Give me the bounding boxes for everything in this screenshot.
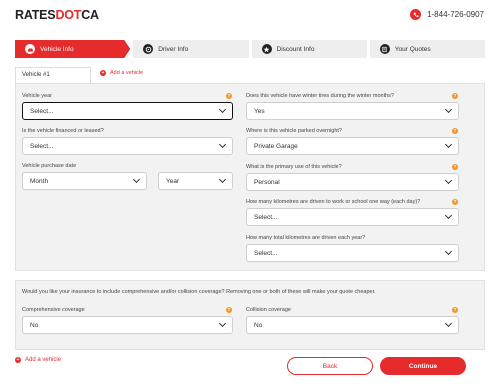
phone-number: 1-844-726-0907 (427, 10, 484, 19)
step-your-quotes[interactable]: Your Quotes (369, 40, 485, 58)
continue-button[interactable]: Continue (380, 357, 466, 375)
chevron-down-icon (218, 140, 227, 149)
logo[interactable]: RATESDOTCA (15, 8, 99, 22)
collision-select[interactable]: No (246, 316, 459, 334)
step-label: Your Quotes (394, 45, 431, 53)
progress-steps: Vehicle Info Driver Info Discount Info Y… (15, 40, 485, 58)
quotes-icon (379, 44, 390, 54)
select-value: Select... (30, 107, 54, 115)
collision-label: Collision coverage (246, 307, 291, 313)
chevron-down-icon (218, 105, 227, 114)
select-value: No (254, 321, 263, 329)
add-vehicle-label: Add a vehicle (110, 70, 144, 76)
km-total-label: How many total kilometres are driven eac… (246, 235, 366, 241)
step-label: Discount Info (276, 45, 315, 53)
vehicle-year-select[interactable]: Select... (22, 102, 233, 120)
purchase-date-label: Vehicle purchase date (22, 163, 77, 169)
help-icon[interactable]: ? (452, 199, 458, 205)
star-icon (261, 44, 272, 54)
parked-select[interactable]: Private Garage (246, 137, 459, 155)
step-label: Vehicle Info (40, 45, 74, 53)
chevron-down-icon (444, 211, 453, 220)
driver-icon (143, 44, 154, 54)
coverage-info-text: Would you like your insurance to include… (22, 289, 376, 295)
primary-use-label: What is the primary use of this vehicle? (246, 164, 342, 170)
comprehensive-select[interactable]: No (22, 316, 233, 334)
chevron-down-icon (444, 140, 453, 149)
plus-icon: + (100, 70, 106, 76)
help-icon[interactable]: ? (226, 93, 232, 99)
step-label: Driver Info (158, 45, 189, 53)
comprehensive-label: Comprehensive coverage (22, 307, 85, 313)
phone-contact[interactable]: 1-844-726-0907 (410, 9, 484, 20)
add-vehicle-link-bottom[interactable]: + Add a vehicle (15, 357, 61, 363)
chevron-down-icon (444, 319, 453, 328)
chevron-down-icon (444, 105, 453, 114)
chevron-down-icon (132, 175, 141, 184)
chevron-down-icon (218, 175, 227, 184)
chevron-down-icon (444, 176, 453, 185)
add-vehicle-label: Add a vehicle (25, 357, 62, 363)
financed-label: Is the vehicle financed or leased? (22, 128, 104, 134)
purchase-year-select[interactable]: Year (158, 172, 233, 190)
chevron-down-icon (444, 247, 453, 256)
add-vehicle-link-top[interactable]: + Add a vehicle (100, 70, 143, 76)
help-icon[interactable]: ? (452, 93, 458, 99)
primary-use-select[interactable]: Personal (246, 173, 459, 191)
chevron-down-icon (218, 319, 227, 328)
help-icon[interactable]: ? (452, 307, 458, 313)
parked-label: Where is this vehicle parked overnight? (246, 128, 342, 134)
help-icon[interactable]: ? (226, 307, 232, 313)
winter-tires-select[interactable]: Yes (246, 102, 459, 120)
select-value: Select... (254, 249, 278, 257)
step-driver-info[interactable]: Driver Info (133, 40, 249, 58)
select-value: Yes (254, 107, 265, 115)
step-discount-info[interactable]: Discount Info (251, 40, 367, 58)
km-work-label: How many kilometres are driven to work o… (246, 199, 421, 205)
car-icon (25, 44, 35, 54)
phone-icon (410, 9, 422, 20)
km-total-select[interactable]: Select... (246, 244, 459, 262)
financed-select[interactable]: Select... (22, 137, 233, 155)
select-value: Year (166, 177, 180, 185)
purchase-month-select[interactable]: Month (22, 172, 147, 190)
select-value: Personal (254, 178, 280, 186)
back-button[interactable]: Back (287, 357, 373, 375)
step-vehicle-info[interactable]: Vehicle Info (15, 40, 130, 58)
select-value: Private Garage (254, 142, 298, 150)
help-icon[interactable]: ? (452, 164, 458, 170)
logo-text-rates: RATES (15, 8, 56, 22)
logo-text-ca: CA (81, 8, 99, 22)
select-value: Select... (254, 213, 278, 221)
select-value: Select... (30, 142, 54, 150)
vehicle-year-label: Vehicle year (22, 93, 52, 99)
help-icon[interactable]: ? (452, 128, 458, 134)
tab-vehicle-1[interactable]: Vehicle #1 (15, 67, 91, 83)
km-work-select[interactable]: Select... (246, 208, 459, 226)
winter-tires-label: Does this vehicle have winter tires duri… (246, 93, 394, 99)
select-value: No (30, 321, 39, 329)
logo-text-dot: DOT (55, 8, 82, 22)
plus-icon: + (15, 357, 21, 363)
select-value: Month (30, 177, 49, 185)
